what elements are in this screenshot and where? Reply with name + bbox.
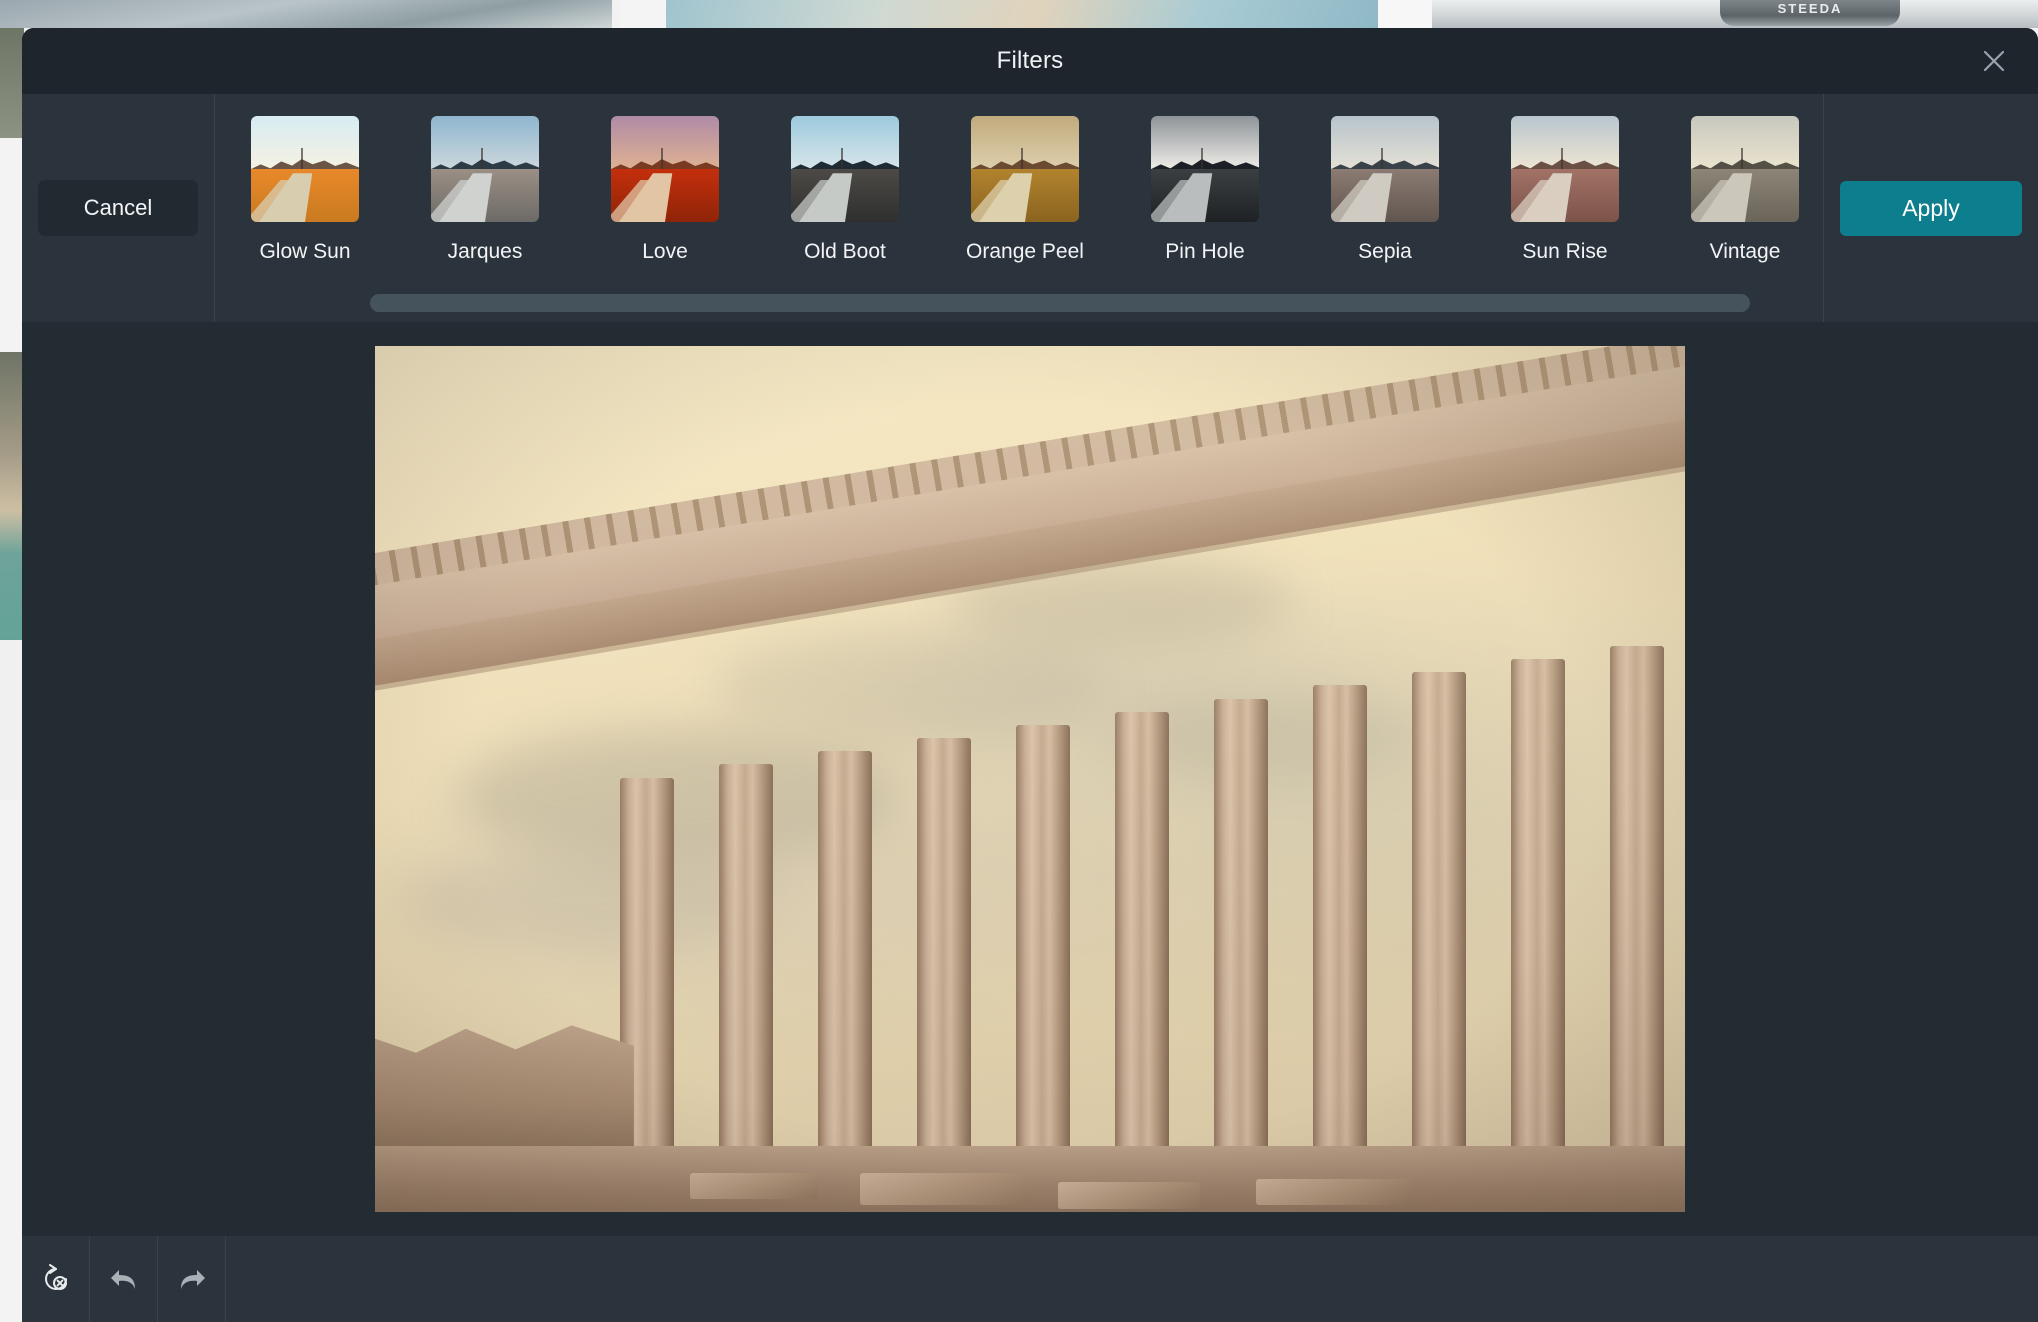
apply-zone: Apply	[1823, 94, 2038, 322]
modal-header: Filters	[22, 28, 2038, 94]
filter-label: Sun Rise	[1522, 240, 1608, 263]
filters-modal: Filters Cancel Glow Sun Jarques Love Old Bo…	[22, 28, 2038, 1322]
redo-button[interactable]	[158, 1236, 226, 1322]
filter-label: Orange Peel	[966, 240, 1084, 263]
photo-column	[1610, 646, 1665, 1147]
photo-rubble	[690, 1172, 818, 1199]
background-gap	[1378, 0, 1438, 28]
photo-rubble	[1058, 1182, 1200, 1209]
bottom-toolbar	[22, 1236, 2038, 1322]
reset-button[interactable]	[22, 1236, 90, 1322]
photo-column	[1312, 685, 1367, 1147]
background-left-photo	[0, 352, 24, 640]
preview-photo	[375, 346, 1685, 1212]
filter-preview-image	[431, 116, 539, 222]
thumb-pole	[1020, 147, 1023, 172]
filter-strip: Cancel Glow Sun Jarques Love Old Boot Orange…	[22, 94, 2038, 322]
filter-thumbnail-sepia[interactable]: Sepia	[1295, 116, 1475, 264]
photo-column	[916, 738, 971, 1147]
preview-area	[22, 322, 2038, 1236]
photo-column	[1114, 711, 1169, 1147]
undo-button[interactable]	[90, 1236, 158, 1322]
filter-thumbnail-jarques[interactable]: Jarques	[395, 116, 575, 264]
filter-preview-image	[1151, 116, 1259, 222]
reset-icon	[44, 1264, 67, 1290]
filter-thumbnails-row: Glow Sun Jarques Love Old Boot Orange Peel Pi…	[215, 116, 1823, 264]
scrollbar-thumb[interactable]	[370, 294, 1750, 312]
photo-column	[1015, 724, 1070, 1147]
background-left-photo	[0, 640, 24, 800]
thumb-pole	[1380, 147, 1383, 172]
filter-thumbnail-pin-hole[interactable]: Pin Hole	[1115, 116, 1295, 264]
page-title: Filters	[996, 47, 1064, 74]
redo-arrow-icon	[180, 1270, 205, 1289]
thumb-pole	[1740, 147, 1743, 172]
background-photo-tile	[666, 0, 1378, 28]
filter-thumbnails-viewport[interactable]: Glow Sun Jarques Love Old Boot Orange Peel Pi…	[215, 94, 1823, 322]
filter-label: Vintage	[1709, 240, 1781, 263]
filter-label: Pin Hole	[1165, 240, 1245, 263]
thumb-pole	[300, 147, 303, 172]
photo-temple	[375, 346, 1685, 1212]
close-icon[interactable]	[1972, 39, 2016, 83]
toolbar-filler	[226, 1236, 2038, 1322]
filter-label: Jarques	[447, 240, 523, 263]
filter-preview-image	[251, 116, 359, 222]
undo-arrow-icon	[110, 1270, 135, 1289]
filter-label: Glow Sun	[259, 240, 351, 263]
thumb-pole	[1560, 147, 1563, 172]
thumb-pole	[840, 147, 843, 172]
photo-rubble	[860, 1172, 1030, 1206]
filter-thumbnail-old-boot[interactable]: Old Boot	[755, 116, 935, 264]
background-steeda-label: STEEDA	[1720, 0, 1900, 26]
filter-thumbnail-love[interactable]: Love	[575, 116, 755, 264]
thumb-pole	[1200, 147, 1203, 172]
filter-thumbnail-glow-sun[interactable]: Glow Sun	[215, 116, 395, 264]
apply-button[interactable]: Apply	[1840, 180, 2022, 236]
background-photo-tile	[0, 0, 612, 28]
photo-column	[817, 751, 872, 1147]
photo-column	[718, 764, 773, 1147]
cancel-button[interactable]: Cancel	[38, 180, 198, 236]
filter-preview-image	[611, 116, 719, 222]
filter-label: Old Boot	[804, 240, 886, 263]
filter-thumbnail-vintage[interactable]: Vintage	[1655, 116, 1823, 264]
filter-thumbnail-sun-rise[interactable]: Sun Rise	[1475, 116, 1655, 264]
filter-label: Sepia	[1358, 240, 1412, 263]
horizontal-scrollbar[interactable]	[215, 294, 1823, 312]
filter-preview-image	[971, 116, 1079, 222]
filter-thumbnail-orange-peel[interactable]: Orange Peel	[935, 116, 1115, 264]
background-left-photo	[0, 28, 24, 138]
filter-preview-image	[1691, 116, 1799, 222]
thumb-pole	[480, 147, 483, 172]
filter-preview-image	[1511, 116, 1619, 222]
photo-column	[1511, 659, 1566, 1147]
filter-label: Love	[642, 240, 688, 263]
photo-rubble	[1256, 1179, 1412, 1206]
photo-column	[1213, 698, 1268, 1147]
filter-preview-image	[791, 116, 899, 222]
photo-column	[1412, 672, 1466, 1147]
photo-stylobate	[375, 1146, 1685, 1212]
cancel-zone: Cancel	[22, 94, 215, 322]
filter-preview-image	[1331, 116, 1439, 222]
thumb-pole	[660, 147, 663, 172]
